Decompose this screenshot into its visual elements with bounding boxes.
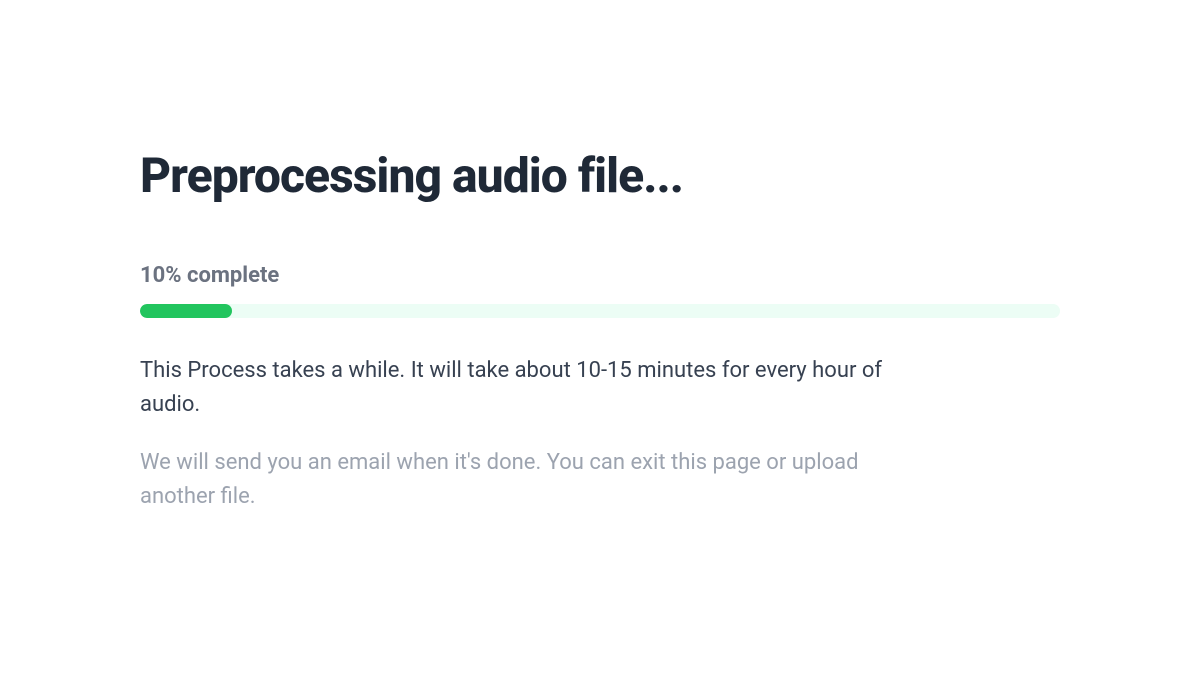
progress-panel: Preprocessing audio file... 10% complete… [140,0,1060,514]
progress-label: 10% complete [140,263,1060,288]
progress-bar-track [140,304,1060,318]
info-text-primary: This Process takes a while. It will take… [140,354,920,422]
page-title: Preprocessing audio file... [140,150,1060,203]
progress-bar-fill [140,304,232,318]
info-text-secondary: We will send you an email when it's done… [140,446,860,514]
